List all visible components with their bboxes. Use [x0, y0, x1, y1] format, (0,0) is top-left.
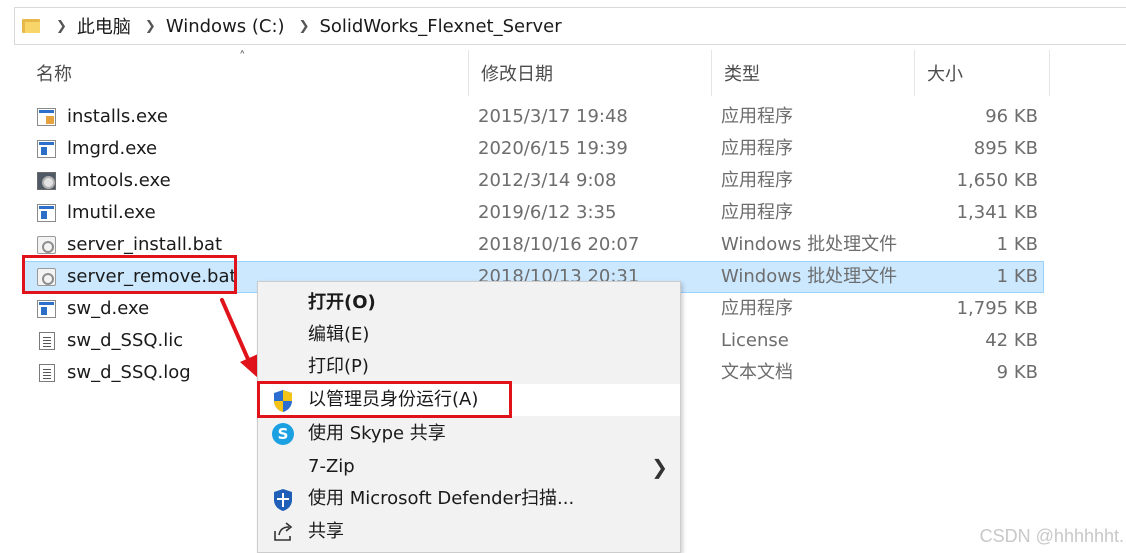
file-date: 2020/6/15 19:39	[478, 138, 628, 159]
sort-ascending-icon: ˄	[239, 50, 246, 65]
chevron-right-icon[interactable]: ❯	[56, 19, 67, 34]
file-name: sw_d_SSQ.lic	[67, 330, 184, 351]
file-name: installs.exe	[67, 106, 168, 127]
column-header-name-label: 名称	[36, 64, 72, 85]
column-header-size-label: 大小	[927, 64, 963, 85]
file-size: 9 KB	[996, 362, 1038, 383]
menu-item-label: 7-Zip	[308, 456, 355, 477]
defender-shield-icon	[272, 488, 296, 511]
lmtools-exe-icon	[37, 172, 56, 190]
file-name: sw_d.exe	[67, 298, 150, 319]
file-date: 2018/10/16 20:07	[478, 234, 640, 255]
annotation-highlight-file	[22, 255, 237, 294]
file-row[interactable]: lmutil.exe 2019/6/12 3:35 应用程序 1,341 KB	[24, 197, 1044, 229]
menu-item-label: 使用 Microsoft Defender扫描...	[308, 488, 575, 509]
file-name: lmgrd.exe	[67, 138, 158, 159]
file-date: 2015/3/17 19:48	[478, 106, 628, 127]
file-size: 1,650 KB	[956, 170, 1038, 191]
file-type: 应用程序	[721, 202, 793, 223]
license-file-icon	[39, 332, 55, 350]
menu-item-defender-scan[interactable]: 使用 Microsoft Defender扫描...	[258, 483, 680, 515]
chevron-right-icon: ❯	[651, 455, 668, 479]
file-row[interactable]: installs.exe 2015/3/17 19:48 应用程序 96 KB	[24, 101, 1044, 133]
column-header-date-label: 修改日期	[481, 64, 553, 85]
file-row[interactable]: lmtools.exe 2012/3/14 9:08 应用程序 1,650 KB	[24, 165, 1044, 197]
menu-item-label: 打印(P)	[308, 356, 369, 377]
file-type: License	[721, 330, 789, 351]
file-size: 1,795 KB	[956, 298, 1038, 319]
menu-item-share[interactable]: 共享	[258, 516, 680, 548]
address-bar[interactable]: ❯ 此电脑 ❯ Windows (C:) ❯ SolidWorks_Flexne…	[14, 7, 1126, 45]
file-size: 1 KB	[996, 266, 1038, 287]
file-name: lmutil.exe	[67, 202, 156, 223]
menu-item-label: 编辑(E)	[308, 324, 370, 345]
column-header-name[interactable]: 名称	[24, 50, 469, 96]
file-type: 应用程序	[721, 298, 793, 319]
file-type: Windows 批处理文件	[721, 234, 898, 255]
chevron-right-icon[interactable]: ❯	[145, 19, 156, 34]
file-size: 96 KB	[985, 106, 1038, 127]
file-date: 2012/3/14 9:08	[478, 170, 617, 191]
file-name: sw_d_SSQ.log	[67, 362, 191, 383]
folder-icon	[22, 18, 42, 34]
exe-icon	[37, 300, 56, 318]
menu-item-edit[interactable]: 编辑(E)	[258, 319, 680, 351]
share-icon	[272, 521, 296, 543]
file-row[interactable]: lmgrd.exe 2020/6/15 19:39 应用程序 895 KB	[24, 133, 1044, 165]
file-name: lmtools.exe	[67, 170, 171, 191]
column-header-type[interactable]: 类型	[712, 50, 915, 96]
file-type: 应用程序	[721, 106, 793, 127]
breadcrumb-this-pc[interactable]: 此电脑	[77, 13, 131, 39]
menu-item-label: 使用 Skype 共享	[308, 423, 446, 444]
menu-item-skype-share[interactable]: S 使用 Skype 共享	[258, 418, 680, 450]
file-type: Windows 批处理文件	[721, 266, 898, 287]
watermark: CSDN @hhhhhht.	[979, 526, 1124, 546]
text-file-icon	[39, 364, 55, 382]
chevron-right-icon[interactable]: ❯	[299, 19, 310, 34]
file-size: 895 KB	[973, 138, 1038, 159]
menu-item-7zip[interactable]: 7-Zip ❯	[258, 451, 680, 483]
exe-icon	[37, 140, 56, 158]
batch-file-icon	[37, 236, 56, 254]
file-type: 应用程序	[721, 170, 793, 191]
file-type: 文本文档	[721, 362, 793, 383]
exe-icon	[37, 204, 56, 222]
breadcrumb-current-folder[interactable]: SolidWorks_Flexnet_Server	[319, 16, 561, 37]
annotation-highlight-menu-item	[257, 381, 512, 418]
column-header-size[interactable]: 大小	[915, 50, 1050, 96]
column-header-date[interactable]: 修改日期	[469, 50, 712, 96]
installer-exe-icon	[37, 108, 56, 126]
file-size: 1,341 KB	[956, 202, 1038, 223]
skype-icon: S	[272, 423, 296, 445]
column-header-type-label: 类型	[724, 64, 760, 85]
file-type: 应用程序	[721, 138, 793, 159]
file-date: 2019/6/12 3:35	[478, 202, 617, 223]
breadcrumb-drive-c[interactable]: Windows (C:)	[166, 16, 285, 37]
menu-item-print[interactable]: 打印(P)	[258, 351, 680, 383]
menu-item-label: 共享	[308, 521, 344, 542]
file-size: 42 KB	[985, 330, 1038, 351]
file-size: 1 KB	[996, 234, 1038, 255]
menu-item-label: 打开(O)	[308, 292, 376, 313]
menu-item-open[interactable]: 打开(O)	[258, 287, 680, 319]
